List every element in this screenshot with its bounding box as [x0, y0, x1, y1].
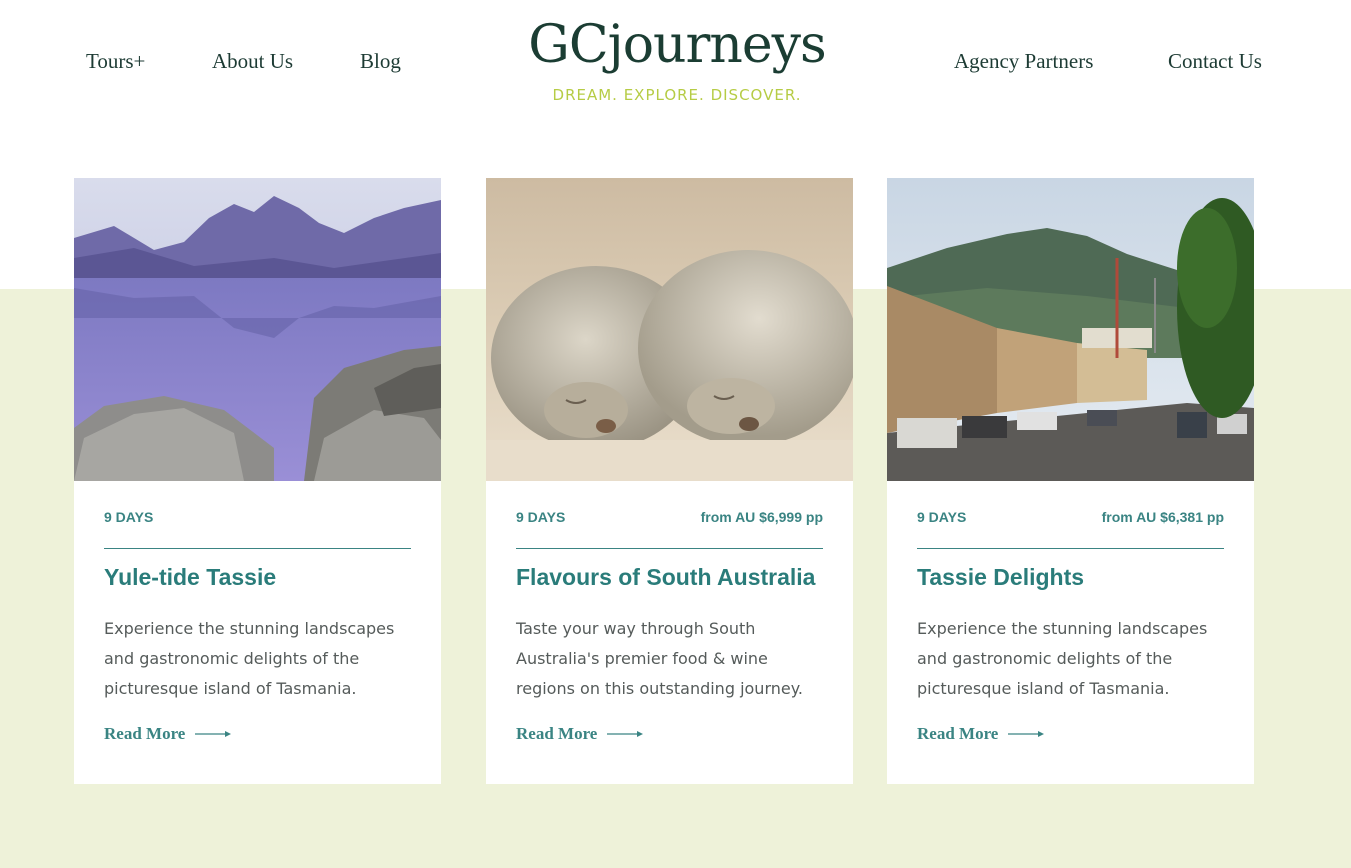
tour-duration: 9 DAYS	[104, 509, 154, 525]
tour-card-flavours-of-south-australia[interactable]: 9 DAYS from AU $6,999 pp Flavours of Sou…	[486, 178, 853, 784]
tour-duration: 9 DAYS	[516, 509, 566, 525]
nav-tours[interactable]: Tours+	[86, 49, 145, 74]
nav-agency-partners[interactable]: Agency Partners	[954, 49, 1093, 74]
arrow-right-icon	[607, 731, 644, 737]
site-logo[interactable]: GCjourneys DREAM. EXPLORE. DISCOVER.	[522, 12, 832, 108]
read-more-link[interactable]: Read More	[516, 723, 644, 745]
tour-card-tassie-delights[interactable]: 9 DAYS from AU $6,381 pp Tassie Delights…	[887, 178, 1254, 784]
tour-description: Taste your way through South Australia's…	[516, 619, 803, 698]
card-divider	[104, 548, 411, 549]
read-more-label: Read More	[917, 724, 999, 743]
read-more-label: Read More	[104, 724, 186, 743]
card-divider	[516, 548, 823, 549]
nav-contact-us[interactable]: Contact Us	[1168, 49, 1262, 74]
tour-price: from AU $6,381 pp	[1101, 509, 1224, 525]
nav-about-us[interactable]: About Us	[212, 49, 293, 74]
logo-wordmark: GCjourneys	[528, 15, 826, 75]
tour-title[interactable]: Yule-tide Tassie	[104, 564, 276, 591]
tour-card-yule-tide-tassie[interactable]: 9 DAYS Yule-tide Tassie Experience the s…	[74, 178, 441, 784]
read-more-link[interactable]: Read More	[104, 723, 232, 745]
nav-blog[interactable]: Blog	[360, 49, 401, 74]
tour-duration: 9 DAYS	[917, 509, 967, 525]
tour-title[interactable]: Tassie Delights	[917, 564, 1084, 591]
tour-title[interactable]: Flavours of South Australia	[516, 564, 815, 591]
tour-description: Experience the stunning landscapes and g…	[104, 619, 395, 698]
tour-photo-sea-lions[interactable]	[486, 178, 853, 481]
read-more-link[interactable]: Read More	[917, 723, 1045, 745]
tour-photo-mountain-lake[interactable]	[74, 178, 441, 481]
arrow-right-icon	[1008, 731, 1045, 737]
card-divider	[917, 548, 1224, 549]
tour-photo-hobart-street[interactable]	[887, 178, 1254, 481]
tour-description: Experience the stunning landscapes and g…	[917, 619, 1208, 698]
arrow-right-icon	[195, 731, 232, 737]
logo-tagline: DREAM. EXPLORE. DISCOVER.	[552, 86, 802, 104]
tour-price: from AU $6,999 pp	[700, 509, 823, 525]
read-more-label: Read More	[516, 724, 598, 743]
